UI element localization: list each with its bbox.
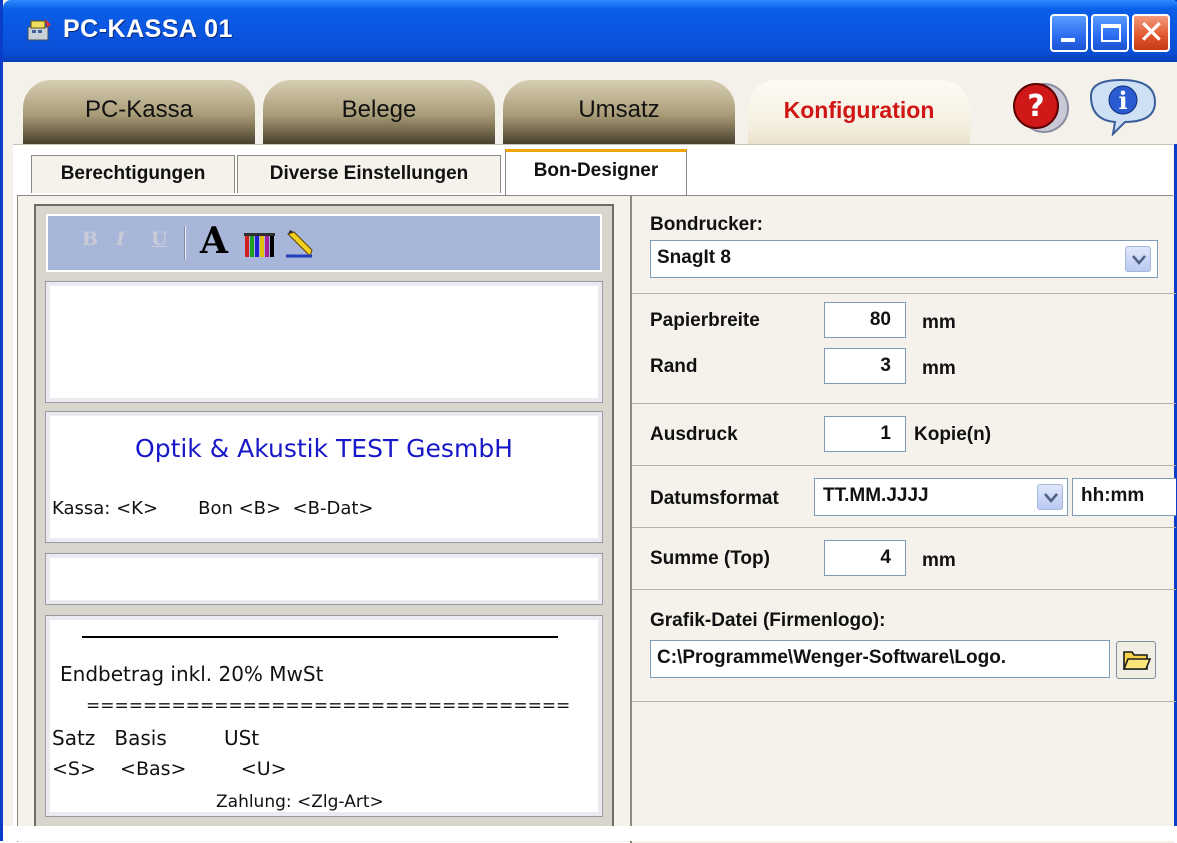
papierbreite-input[interactable]: 80: [824, 302, 906, 338]
rand-input[interactable]: 3: [824, 348, 906, 384]
kassa-line: Kassa: <K> Bon <B> <B-Dat>: [52, 498, 374, 519]
rand-unit: mm: [922, 358, 956, 379]
datumsformat-select[interactable]: TT.MM.JJJJ: [814, 478, 1068, 516]
grafik-label: Grafik-Datei (Firmenlogo):: [650, 610, 886, 631]
receipt-header-logo-section[interactable]: [45, 281, 603, 403]
endbetrag-line: Endbetrag inkl. 20% MwSt: [60, 662, 324, 686]
datumsformat-label: Datumsformat: [650, 488, 779, 509]
chevron-down-icon[interactable]: [1125, 246, 1151, 272]
grafik-path-input[interactable]: C:\Programme\Wenger-Software\Logo.: [650, 640, 1110, 678]
papierbreite-label: Papierbreite: [650, 310, 760, 331]
minimize-button[interactable]: [1050, 14, 1088, 52]
receipt-footer-section[interactable]: Endbetrag inkl. 20% MwSt ===============…: [45, 615, 603, 817]
tax-values-line: <S> <Bas> <U>: [52, 758, 287, 780]
bondrucker-label: Bondrucker:: [650, 214, 763, 235]
maximize-button[interactable]: [1091, 14, 1129, 52]
summe-input[interactable]: 4: [824, 540, 906, 576]
bon-designer-panel: B I U A Optik & Akustik TEST GesmbH Kass…: [17, 195, 1176, 843]
company-name: Optik & Akustik TEST GesmbH: [135, 434, 513, 463]
format-toolbar: B I U A: [46, 214, 602, 272]
subtab-bon-designer[interactable]: Bon-Designer: [505, 149, 687, 195]
summe-label: Summe (Top): [650, 548, 770, 569]
summe-group: Summe (Top) 4 mm: [632, 528, 1176, 590]
subtab-diverse-einstellungen[interactable]: Diverse Einstellungen: [237, 155, 501, 193]
chevron-down-icon[interactable]: [1037, 484, 1063, 510]
ausdruck-unit: Kopie(n): [914, 424, 992, 445]
svg-text:?: ?: [1027, 89, 1044, 124]
zeitformat-input[interactable]: hh:mm: [1072, 478, 1176, 516]
receipt-items-section[interactable]: [45, 553, 603, 605]
bondrucker-group: Bondrucker: SnagIt 8: [632, 196, 1176, 294]
browse-button[interactable]: [1116, 641, 1156, 679]
footer-rule: [82, 636, 558, 638]
color-palette-icon[interactable]: [244, 232, 276, 258]
bondrucker-value: SnagIt 8: [657, 247, 731, 268]
ausdruck-input[interactable]: 1: [824, 416, 906, 452]
svg-text:i: i: [1118, 86, 1127, 115]
tab-konfiguration[interactable]: Konfiguration: [748, 80, 970, 144]
datumsformat-value: TT.MM.JJJJ: [823, 485, 929, 506]
tab-belege[interactable]: Belege: [263, 80, 495, 144]
ausdruck-group: Ausdruck 1 Kopie(n): [632, 404, 1176, 466]
pencil-icon[interactable]: [284, 228, 314, 258]
grafik-group: Grafik-Datei (Firmenlogo): C:\Programme\…: [632, 590, 1176, 702]
receipt-designer: B I U A Optik & Akustik TEST GesmbH Kass…: [34, 204, 614, 841]
app-window: PC-KASSA 01 ✕ PC-Kassa Belege Umsatz Kon…: [0, 0, 1177, 843]
font-icon[interactable]: A: [200, 220, 228, 262]
app-icon: [27, 19, 51, 41]
bold-button[interactable]: B: [82, 228, 98, 250]
bondrucker-select[interactable]: SnagIt 8: [650, 240, 1158, 278]
info-icon[interactable]: i: [1083, 76, 1161, 136]
italic-button[interactable]: I: [116, 228, 125, 250]
minimize-icon: [1061, 38, 1075, 42]
subtab-berechtigungen[interactable]: Berechtigungen: [31, 155, 235, 193]
tab-pc-kassa[interactable]: PC-Kassa: [23, 80, 255, 144]
close-button[interactable]: ✕: [1132, 13, 1170, 52]
maximize-icon: [1101, 24, 1121, 42]
receipt-header-section[interactable]: Optik & Akustik TEST GesmbH Kassa: <K> B…: [45, 411, 603, 543]
summe-unit: mm: [922, 550, 956, 571]
zahlung-line: Zahlung: <Zlg-Art>: [216, 792, 384, 812]
status-strip: [3, 826, 1177, 841]
tab-umsatz[interactable]: Umsatz: [503, 80, 735, 144]
underline-button[interactable]: U: [151, 228, 168, 250]
papierbreite-unit: mm: [922, 312, 956, 333]
help-icon[interactable]: ?: [1008, 76, 1070, 136]
window-title: PC-KASSA 01: [63, 15, 233, 43]
datumsformat-group: Datumsformat TT.MM.JJJJ hh:mm: [632, 466, 1176, 528]
title-bar[interactable]: PC-KASSA 01 ✕: [3, 0, 1177, 62]
ausdruck-label: Ausdruck: [650, 424, 738, 445]
folder-open-icon: [1122, 651, 1152, 670]
rand-label: Rand: [650, 356, 698, 377]
paper-group: Papierbreite 80 mm Rand 3 mm: [632, 294, 1176, 404]
tax-header-line: Satz Basis USt: [52, 726, 260, 750]
toolbar-separator: [184, 226, 186, 260]
close-icon: ✕: [1138, 13, 1165, 51]
printer-settings: Bondrucker: SnagIt 8 Papierbreite 80 mm …: [630, 196, 1176, 843]
double-rule-line: ==================================: [86, 696, 571, 716]
main-tab-bar: PC-Kassa Belege Umsatz Konfiguration ? i: [3, 62, 1177, 144]
content-area: Berechtigungen Diverse Einstellungen Bon…: [13, 144, 1176, 843]
